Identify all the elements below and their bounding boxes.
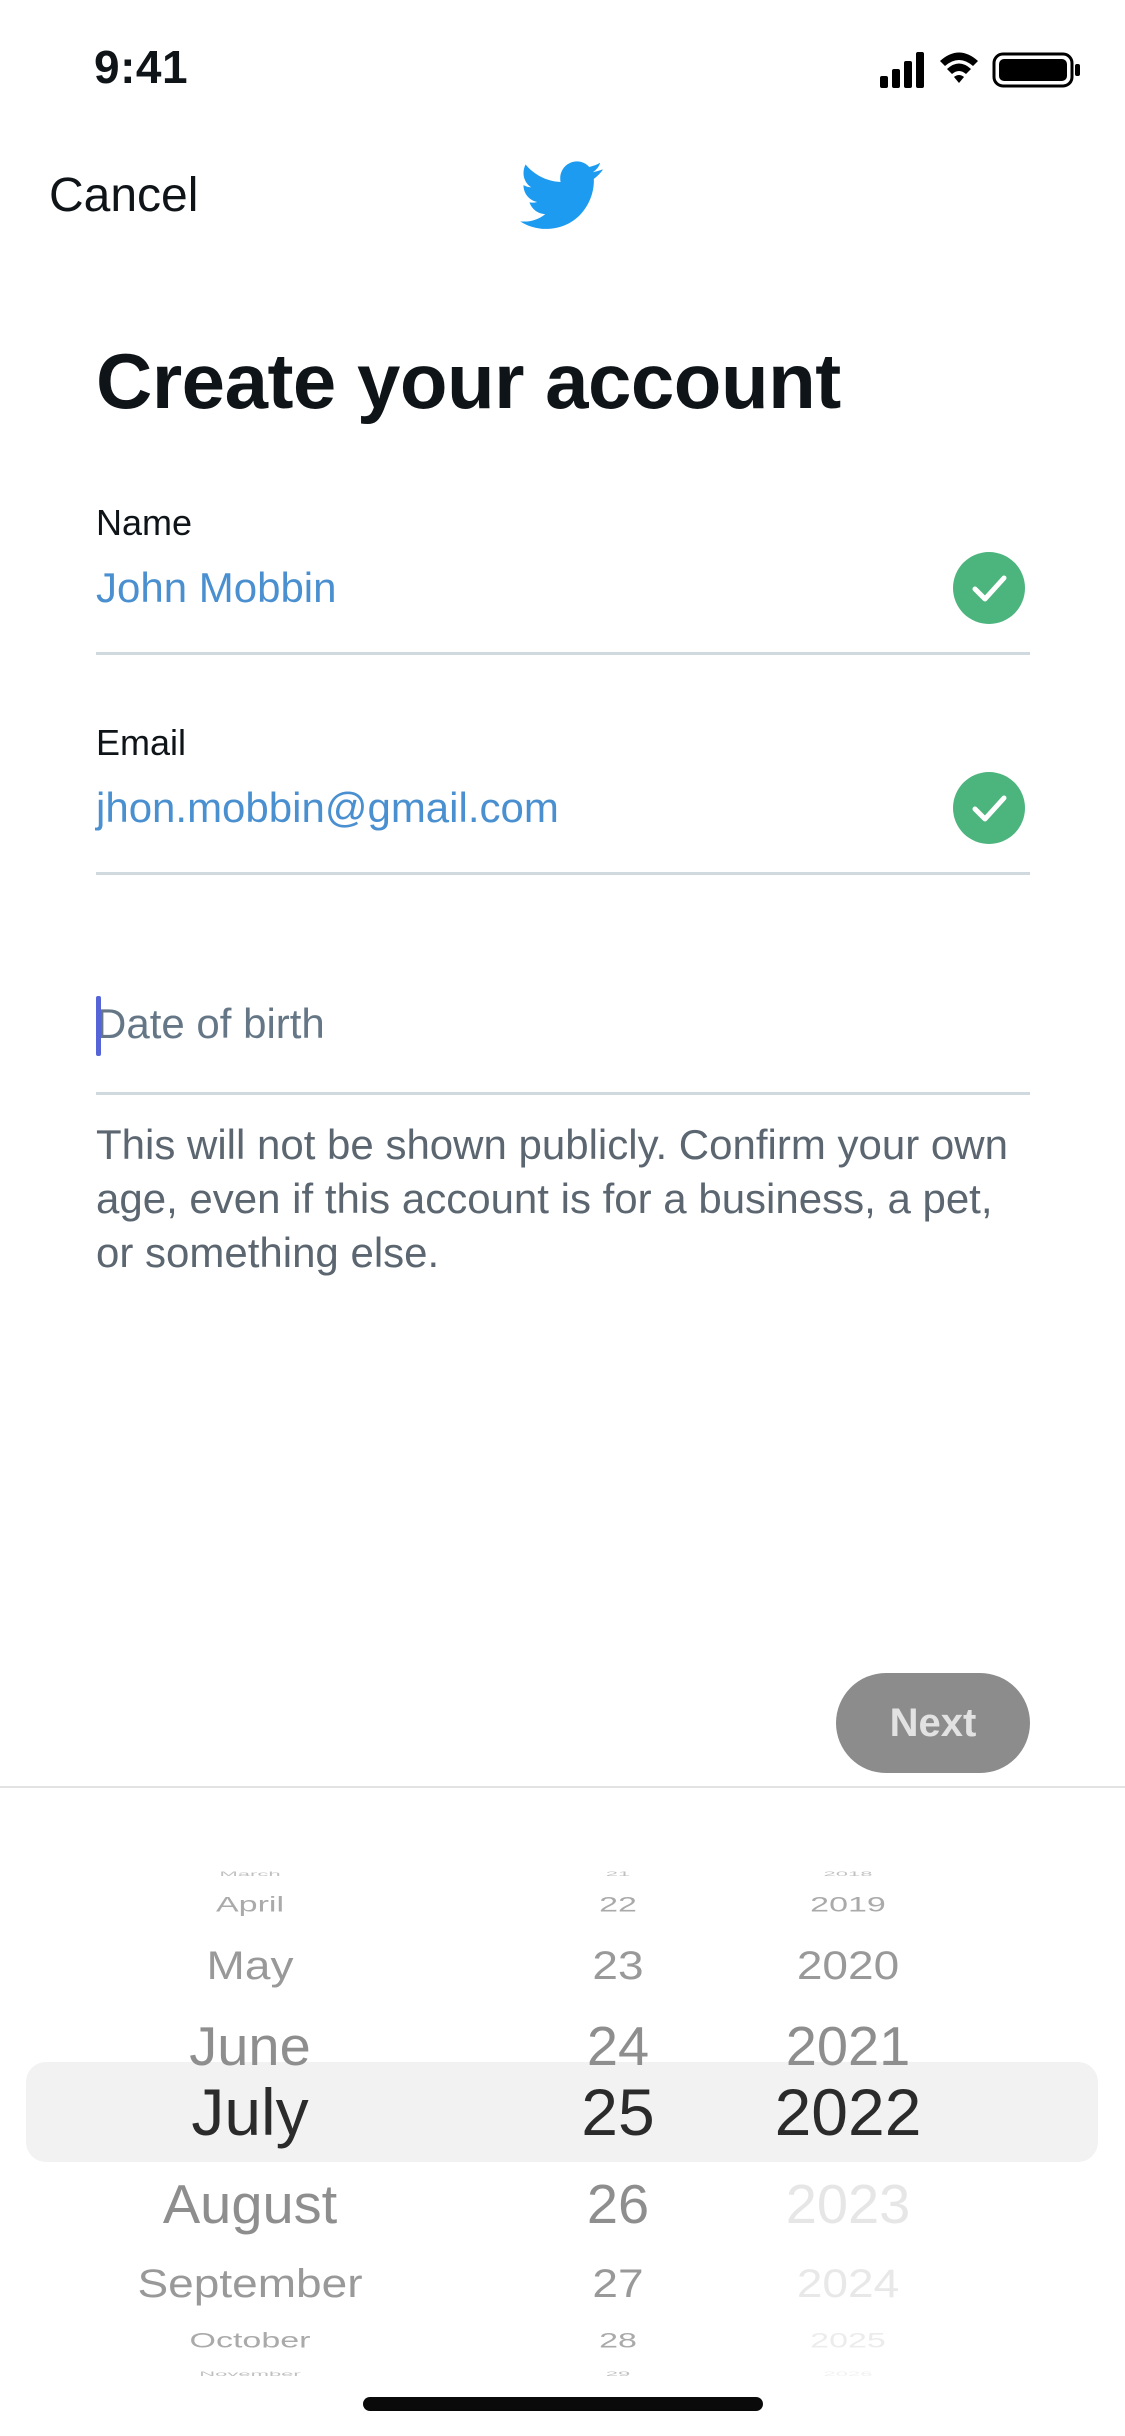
name-valid-check-icon bbox=[953, 552, 1025, 624]
email-field-label: Email bbox=[96, 722, 187, 763]
year-item-option[interactable]: 2019 bbox=[810, 1893, 886, 1917]
day-item-option[interactable]: 27 bbox=[592, 2260, 643, 2306]
month-item-option[interactable]: September bbox=[137, 2260, 362, 2306]
day-item-option[interactable]: 24 bbox=[587, 2014, 649, 2077]
day-item-option[interactable]: 21 bbox=[606, 1870, 630, 1878]
year-item-option[interactable]: 2021 bbox=[786, 2014, 911, 2077]
day-item-selected[interactable]: 25 bbox=[581, 2074, 654, 2150]
status-icons bbox=[880, 52, 1080, 88]
twitter-bird-icon bbox=[520, 161, 603, 229]
date-of-birth-field[interactable]: Date of birth bbox=[96, 1000, 325, 1048]
status-time: 9:41 bbox=[94, 41, 189, 93]
day-item-option[interactable]: 26 bbox=[587, 2172, 649, 2235]
dob-help-text: This will not be shown publicly. Confirm… bbox=[96, 1121, 1008, 1276]
month-item-option[interactable]: November bbox=[199, 2370, 300, 2378]
month-item-option[interactable]: October bbox=[190, 2329, 311, 2353]
name-field-label: Name bbox=[96, 502, 193, 543]
year-item-selected[interactable]: 2022 bbox=[775, 2074, 922, 2150]
day-item-option[interactable]: 29 bbox=[606, 2370, 630, 2378]
month-item-option[interactable]: April bbox=[216, 1893, 284, 1917]
keyboard-separator bbox=[0, 1786, 1125, 1788]
dob-field-underline bbox=[96, 1092, 1030, 1095]
year-item-option[interactable]: 2020 bbox=[797, 1942, 899, 1988]
year-item-option[interactable]: 2018 bbox=[824, 1870, 873, 1878]
month-item-selected[interactable]: July bbox=[191, 2074, 308, 2150]
name-field-underline bbox=[96, 652, 1030, 655]
email-valid-check-icon bbox=[953, 772, 1025, 844]
cancel-button[interactable]: Cancel bbox=[49, 168, 198, 223]
day-item-option[interactable]: 28 bbox=[599, 2329, 637, 2353]
email-field[interactable]: jhon.mobbin@gmail.com bbox=[96, 784, 559, 832]
home-indicator bbox=[363, 2397, 763, 2411]
year-item-option[interactable]: 2025 bbox=[810, 2329, 886, 2353]
next-button[interactable]: Next bbox=[836, 1673, 1030, 1773]
month-item-option[interactable]: August bbox=[163, 2172, 337, 2235]
year-item-option[interactable]: 2024 bbox=[797, 2260, 899, 2306]
text-cursor bbox=[96, 996, 101, 1056]
wifi-icon bbox=[940, 52, 978, 83]
name-field[interactable]: John Mobbin bbox=[96, 564, 337, 612]
email-field-underline bbox=[96, 872, 1030, 875]
signal-icon bbox=[880, 52, 924, 88]
year-item-option[interactable]: 2026 bbox=[824, 2370, 873, 2378]
month-item-option[interactable]: June bbox=[189, 2014, 310, 2077]
battery-icon bbox=[992, 52, 1080, 88]
month-item-option[interactable]: March bbox=[219, 1870, 280, 1878]
page-title: Create your account bbox=[96, 337, 841, 425]
month-item-option[interactable]: May bbox=[207, 1942, 294, 1988]
year-item-option[interactable]: 2023 bbox=[786, 2172, 911, 2235]
picker-selection-highlight bbox=[26, 2062, 1098, 2162]
day-item-option[interactable]: 23 bbox=[592, 1942, 643, 1988]
day-item-option[interactable]: 22 bbox=[599, 1893, 637, 1917]
date-picker[interactable]: March April May June July August September Octo… bbox=[0, 1840, 1125, 2380]
